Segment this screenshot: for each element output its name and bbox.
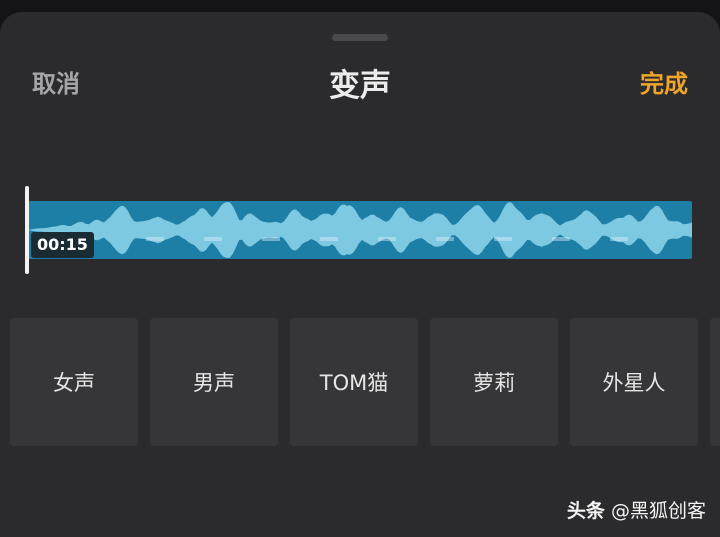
effect-partial-next[interactable] bbox=[710, 318, 720, 446]
waveform-envelope bbox=[26, 202, 692, 258]
waveform-segment-marker bbox=[552, 237, 570, 241]
current-time-label: 00:15 bbox=[31, 232, 94, 258]
page-title: 变声 bbox=[329, 68, 391, 104]
effect-female-voice[interactable]: 女声 bbox=[10, 318, 138, 446]
cancel-button[interactable]: 取消 bbox=[32, 64, 80, 99]
waveform-graphic bbox=[26, 202, 692, 258]
waveform-segment-marker bbox=[320, 237, 338, 241]
waveform-segment-marker bbox=[378, 237, 396, 241]
sheet-grabber[interactable] bbox=[332, 34, 388, 41]
waveform-segment-marker bbox=[262, 237, 280, 241]
effect-loli[interactable]: 萝莉 bbox=[430, 318, 558, 446]
effect-male-voice[interactable]: 男声 bbox=[150, 318, 278, 446]
audio-waveform-track[interactable] bbox=[26, 201, 692, 259]
waveform-segment-marker bbox=[204, 237, 222, 241]
voice-changer-sheet: 取消 变声 完成 bbox=[0, 12, 720, 537]
effect-alien[interactable]: 外星人 bbox=[570, 318, 698, 446]
done-button[interactable]: 完成 bbox=[640, 64, 688, 99]
voice-effects-list: 女声 男声 TOM猫 萝莉 外星人 bbox=[10, 318, 720, 448]
waveform-segment-marker bbox=[146, 237, 164, 241]
waveform-segment-marker bbox=[610, 237, 628, 241]
waveform-segment-marker bbox=[494, 237, 512, 241]
effect-tom-cat[interactable]: TOM猫 bbox=[290, 318, 418, 446]
waveform-segment-marker bbox=[436, 237, 454, 241]
playhead-cursor[interactable] bbox=[25, 186, 29, 274]
